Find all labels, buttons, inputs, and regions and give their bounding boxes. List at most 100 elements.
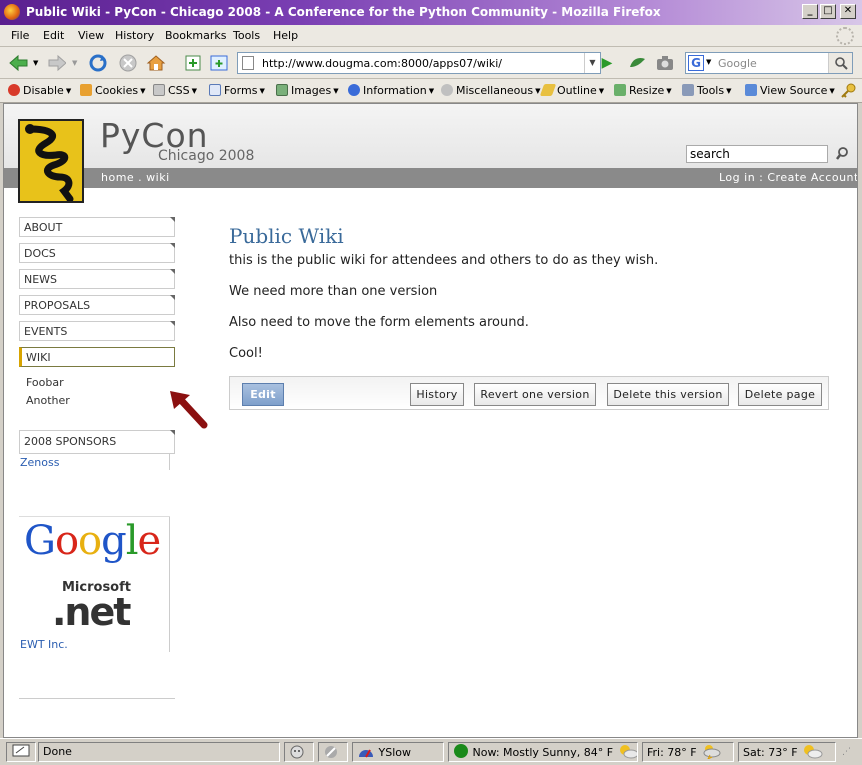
- yslow-label: YSlow: [378, 746, 411, 759]
- key-icon[interactable]: [840, 83, 856, 99]
- url-bar[interactable]: http://www.dougma.com:8000/apps07/wiki/ …: [237, 52, 601, 74]
- site-search-input[interactable]: search: [686, 145, 828, 163]
- resize-grip-icon[interactable]: ⋰: [842, 747, 851, 757]
- weather-fri-cell[interactable]: Fri: 78° F: [642, 742, 734, 762]
- resize-icon: [614, 84, 626, 96]
- sidebar-item-wiki[interactable]: WIKI: [19, 347, 175, 367]
- delete-page-button[interactable]: Delete page: [738, 383, 822, 406]
- dev-resize-label: Resize: [629, 84, 665, 97]
- dev-css[interactable]: CSS ▼: [153, 84, 197, 97]
- site-search-icon[interactable]: [836, 146, 850, 160]
- sidebar-item-proposals[interactable]: PROPOSALS: [19, 295, 175, 315]
- view-source-icon: [745, 84, 757, 96]
- menu-file[interactable]: File: [11, 29, 29, 42]
- url-text[interactable]: http://www.dougma.com:8000/apps07/wiki/: [262, 57, 502, 70]
- edit-button[interactable]: Edit: [242, 383, 284, 406]
- menu-help[interactable]: Help: [273, 29, 298, 42]
- breadcrumb[interactable]: home . wiki: [101, 171, 170, 184]
- camera-icon[interactable]: [655, 53, 675, 73]
- tools-icon: [682, 84, 694, 96]
- menu-bookmarks[interactable]: Bookmarks: [165, 29, 226, 42]
- window-titlebar: Public Wiki - PyCon - Chicago 2008 - A C…: [0, 0, 862, 25]
- google-sponsor-logo[interactable]: Google: [24, 518, 161, 564]
- new-tab-icon[interactable]: [183, 53, 203, 73]
- outline-icon: [539, 84, 557, 96]
- sponsor-link-ewt[interactable]: EWT Inc.: [20, 638, 68, 651]
- weather-fri: Fri: 78° F: [647, 746, 697, 759]
- navigation-toolbar: ▼ ▼ http://www.dougma.com:8000/apps07/wi…: [0, 47, 862, 79]
- magnifier-icon[interactable]: [828, 53, 852, 73]
- minimize-button[interactable]: _: [802, 4, 818, 19]
- account-links[interactable]: Log in : Create Account: [719, 171, 857, 184]
- wiki-link-another[interactable]: Another: [26, 394, 70, 407]
- yslow-cell[interactable]: YSlow: [352, 742, 444, 762]
- google-search-icon[interactable]: G: [688, 55, 704, 71]
- python-snake-logo-icon: [25, 124, 74, 203]
- leaf-icon[interactable]: [627, 53, 647, 73]
- stop-icon[interactable]: [118, 53, 138, 73]
- dotnet-sponsor-logo[interactable]: .net: [52, 590, 131, 634]
- revert-version-button[interactable]: Revert one version: [474, 383, 596, 406]
- sun-cloud-icon: [619, 745, 637, 759]
- close-button[interactable]: ✕: [840, 4, 856, 19]
- weather-now-cell[interactable]: Now: Mostly Sunny, 84° F: [448, 742, 638, 762]
- smiley-icon: [290, 745, 304, 759]
- dev-resize[interactable]: Resize ▼: [614, 84, 672, 97]
- firefox-icon: [4, 4, 20, 20]
- sidebar-item-about[interactable]: ABOUT: [19, 217, 175, 237]
- reload-icon[interactable]: [88, 53, 108, 73]
- back-arrow-icon[interactable]: [8, 53, 28, 73]
- history-button[interactable]: History: [410, 383, 464, 406]
- disabled-icon: [325, 746, 337, 758]
- sponsor-divider: [169, 454, 170, 470]
- sidebar-item-docs[interactable]: DOCS: [19, 243, 175, 263]
- pycon-logo[interactable]: [18, 119, 84, 203]
- wiki-paragraph: Also need to move the form elements arou…: [229, 315, 529, 330]
- sidebar-item-events[interactable]: EVENTS: [19, 321, 175, 341]
- sponsor-box-top: [19, 516, 170, 517]
- wiki-paragraph: We need more than one version: [229, 284, 438, 299]
- partly-sunny-icon: [804, 745, 823, 759]
- menu-history[interactable]: History: [115, 29, 154, 42]
- home-icon[interactable]: [146, 53, 166, 73]
- delete-version-button[interactable]: Delete this version: [607, 383, 729, 406]
- status-smiley-cell[interactable]: [284, 742, 314, 762]
- dev-forms-label: Forms: [224, 84, 258, 97]
- dev-images[interactable]: Images ▼: [276, 84, 339, 97]
- dev-forms[interactable]: Forms ▼: [209, 84, 265, 97]
- page-icon: [242, 56, 254, 70]
- yslow-gauge-icon: [359, 749, 373, 758]
- dev-cookies[interactable]: Cookies ▼: [80, 84, 145, 97]
- menu-view[interactable]: View: [78, 29, 104, 42]
- browser-search-placeholder[interactable]: Google: [718, 57, 757, 70]
- wiki-link-foobar[interactable]: Foobar: [26, 376, 64, 389]
- maximize-button[interactable]: □: [820, 4, 836, 19]
- dev-disable[interactable]: Disable ▼: [8, 84, 71, 97]
- status-disabled-cell[interactable]: [318, 742, 348, 762]
- menu-edit[interactable]: Edit: [43, 29, 64, 42]
- sponsor-link-zenoss[interactable]: Zenoss: [20, 456, 59, 469]
- forward-arrow-icon[interactable]: [46, 53, 66, 73]
- page-title: Public Wiki: [229, 224, 344, 248]
- menu-tools[interactable]: Tools: [233, 29, 260, 42]
- site-subtitle: Chicago 2008: [158, 148, 255, 164]
- forward-dropdown-icon[interactable]: ▼: [72, 59, 77, 67]
- sidebar-item-news[interactable]: NEWS: [19, 269, 175, 289]
- status-bar: Done YSlow Now: Mostly Sunny, 84° F Fri:…: [0, 738, 862, 765]
- go-button[interactable]: ▶: [597, 54, 617, 72]
- weather-sat-cell[interactable]: Sat: 73° F: [738, 742, 836, 762]
- sponsor-divider: [169, 516, 170, 652]
- dev-tools[interactable]: Tools ▼: [682, 84, 732, 97]
- dev-information[interactable]: Information ▼: [348, 84, 434, 97]
- search-engine-dropdown-icon[interactable]: ▼: [706, 58, 711, 66]
- dev-outline[interactable]: Outline ▼: [539, 84, 604, 97]
- new-window-icon[interactable]: [209, 53, 229, 73]
- browser-search-box[interactable]: G ▼ Google: [685, 52, 853, 74]
- google-letter: l: [125, 518, 139, 564]
- red-arrow-icon: [170, 391, 208, 429]
- dev-view-source[interactable]: View Source ▼: [745, 84, 835, 97]
- dev-miscellaneous[interactable]: Miscellaneous ▼: [441, 84, 541, 97]
- back-dropdown-icon[interactable]: ▼: [33, 59, 38, 67]
- dev-information-label: Information: [363, 84, 427, 97]
- information-icon: [348, 84, 360, 96]
